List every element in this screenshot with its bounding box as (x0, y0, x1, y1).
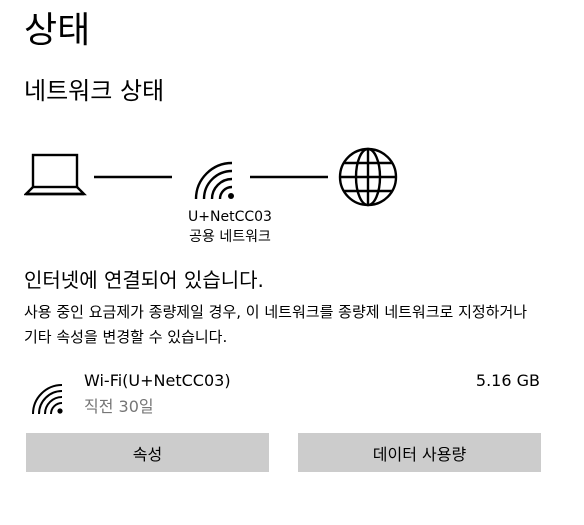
connection-name: Wi-Fi(U+NetCC03) (84, 371, 231, 390)
laptop-icon (24, 153, 87, 196)
globe-icon (338, 147, 398, 207)
wifi-icon (194, 161, 234, 200)
network-name: U+NetCC03 (188, 209, 272, 225)
data-usage-value: 5.16 GB (475, 371, 540, 390)
properties-button[interactable]: 속성 (26, 433, 269, 472)
usage-period: 직전 30일 (84, 397, 154, 416)
page-title: 상태 (24, 10, 91, 51)
network-diagram (24, 147, 398, 207)
network-status-heading: 네트워크 상태 (24, 77, 165, 105)
data-usage-button[interactable]: 데이터 사용량 (298, 433, 541, 472)
connection-status: 인터넷에 연결되어 있습니다. (24, 268, 264, 292)
network-type: 공용 네트워크 (189, 229, 271, 245)
wifi-icon (32, 384, 63, 415)
metered-description: 사용 중인 요금제가 종량제일 경우, 이 네트워크를 종량제 네트워크로 지정… (24, 303, 528, 346)
